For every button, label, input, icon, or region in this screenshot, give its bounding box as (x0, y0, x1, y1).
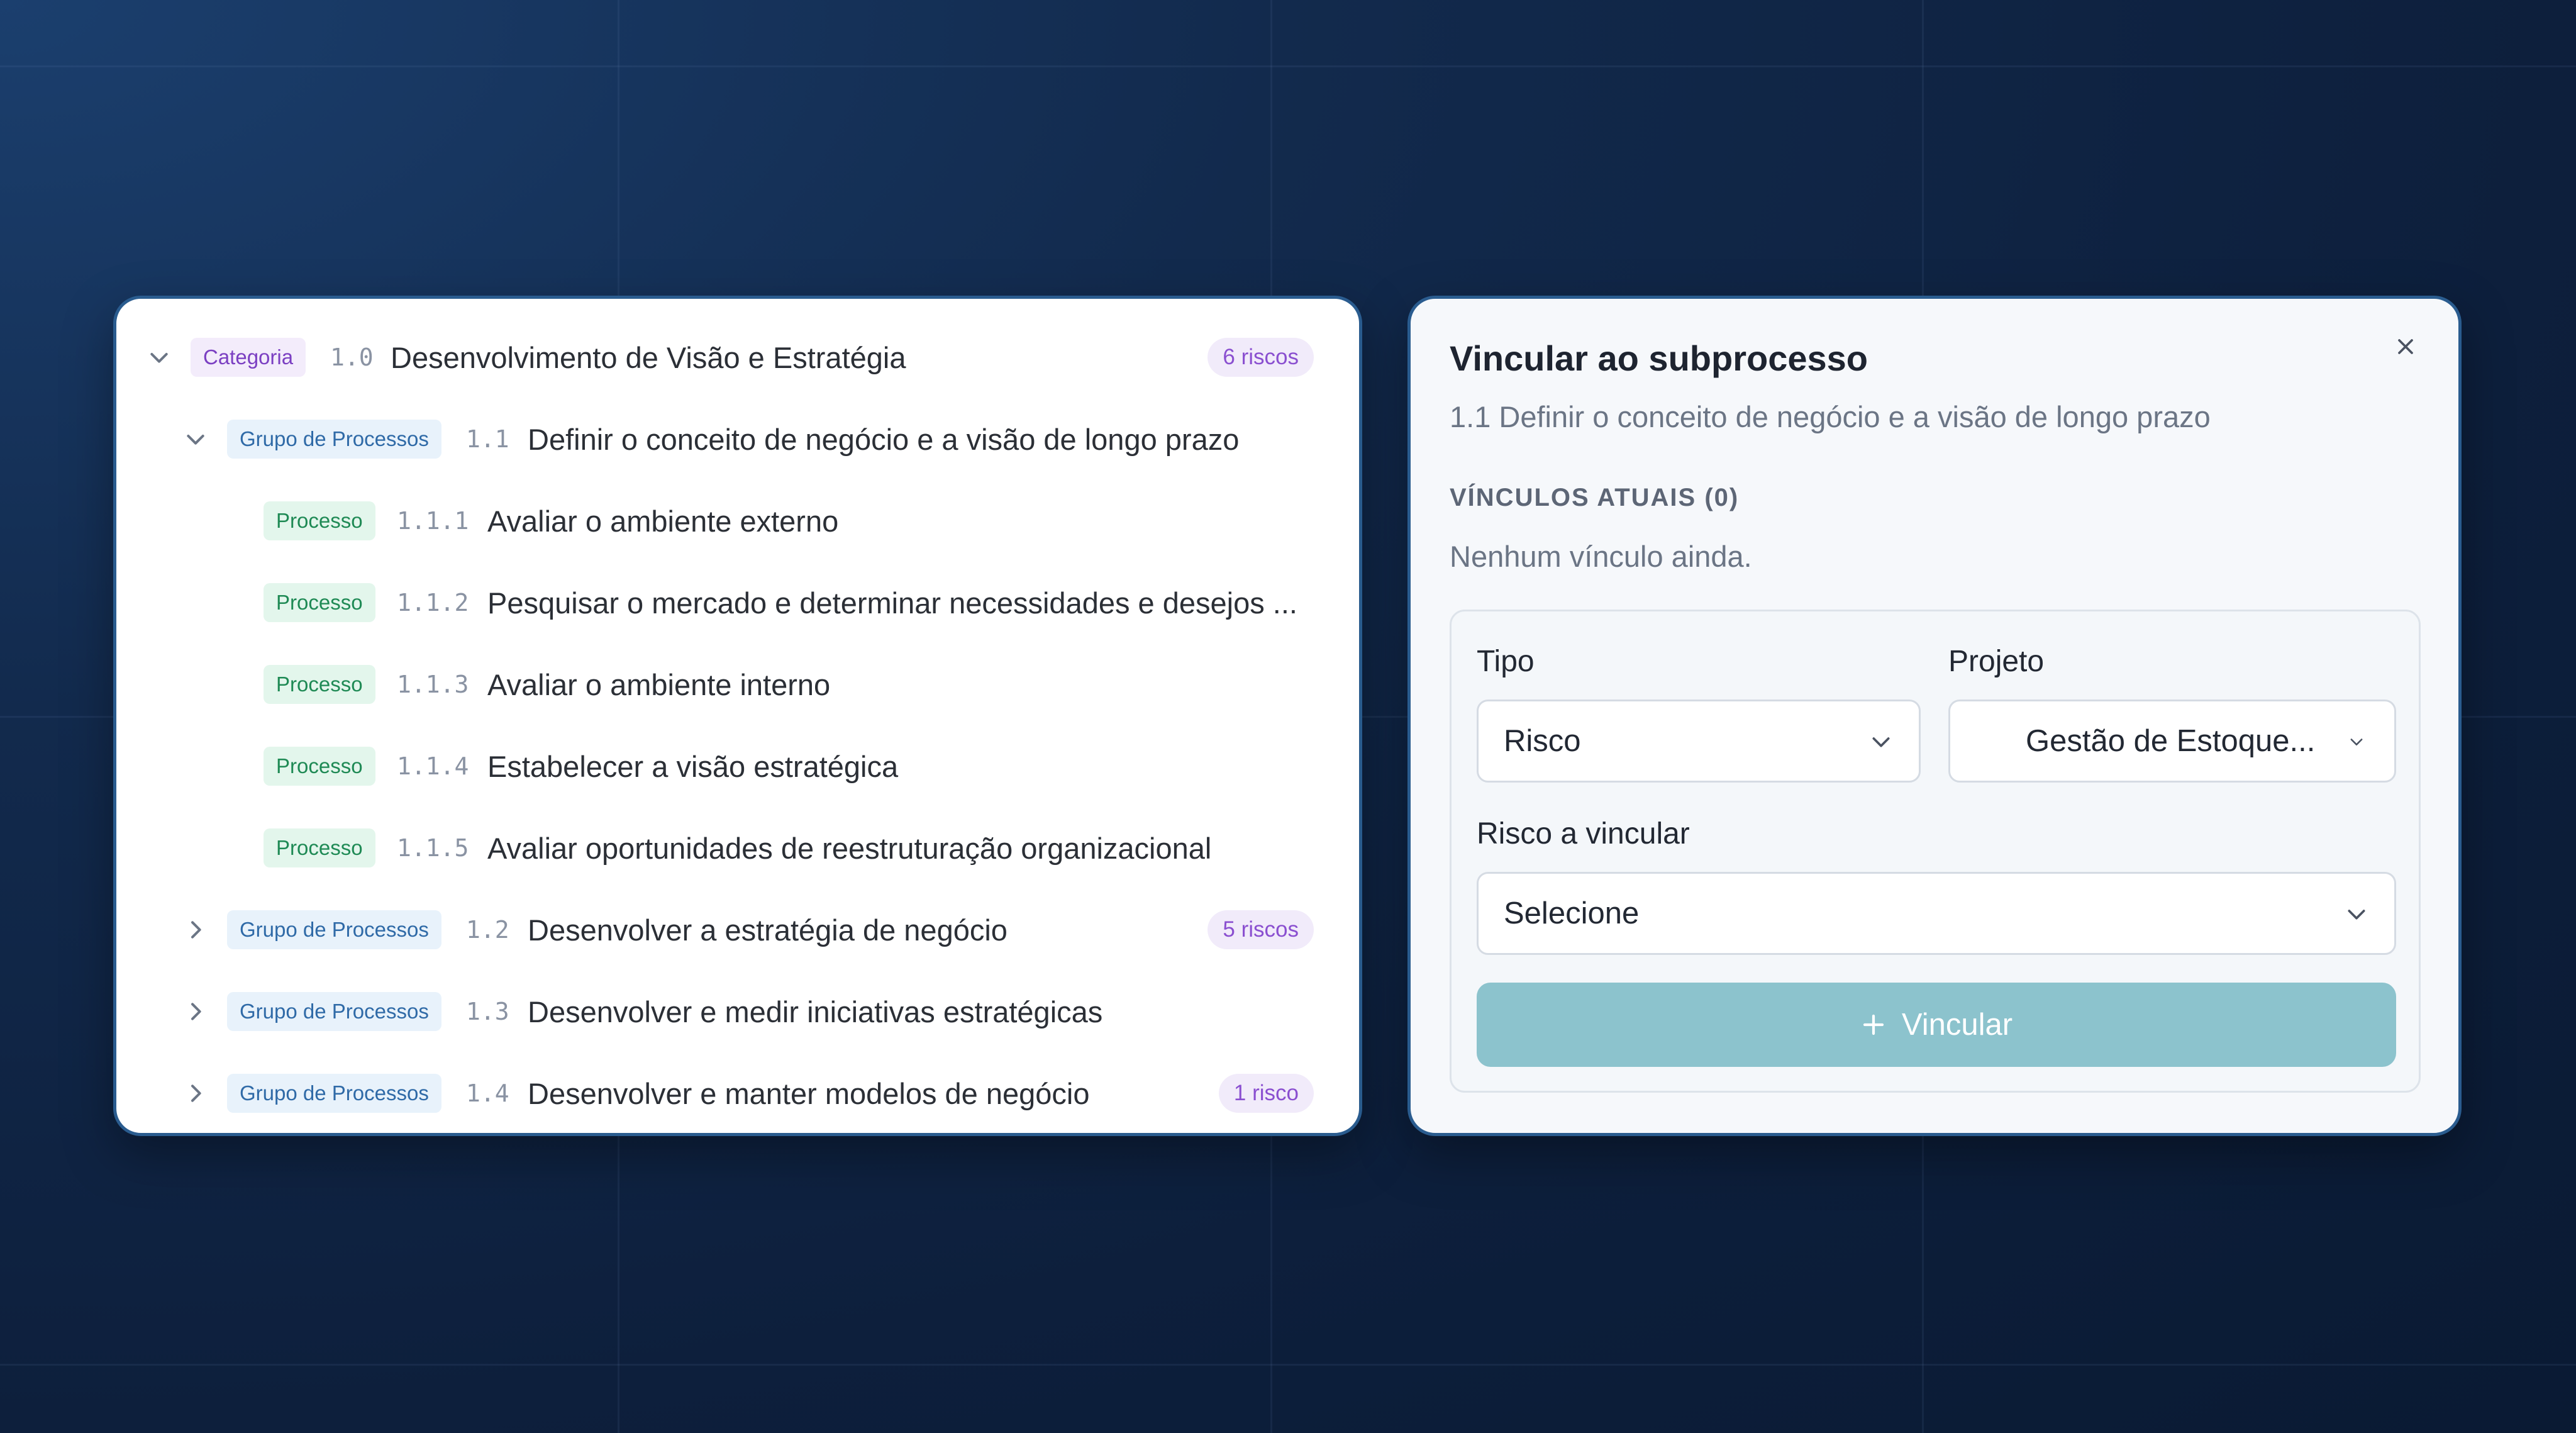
item-label: Estabelecer a visão estratégica (487, 749, 899, 783)
grid-line (0, 65, 2576, 67)
tree-row-group[interactable]: Grupo de Processos 1.1 Definir o conceit… (116, 411, 1359, 467)
tree-row-group[interactable]: Grupo de Processos 1.2 Desenvolver a est… (116, 901, 1359, 958)
process-tree-panel: Categoria 1.0 Desenvolvimento de Visão e… (113, 296, 1362, 1136)
tree-row-group[interactable]: Grupo de Processos 1.3 Desenvolver e med… (116, 983, 1359, 1040)
link-form: Tipo Risco Projeto Gestão de Estoque... … (1450, 610, 2421, 1093)
risco-value: Selecione (1504, 896, 1640, 930)
item-code: 1.2 (466, 916, 509, 944)
tag-processo: Processo (264, 665, 375, 704)
tag-processo: Processo (264, 501, 375, 540)
item-label: Desenvolver e manter modelos de negócio (528, 1076, 1090, 1110)
projeto-label: Projeto (1948, 645, 2045, 678)
item-code: 1.1.2 (397, 589, 469, 616)
risk-count-badge: 6 riscos (1208, 338, 1314, 377)
tipo-value: Risco (1504, 724, 1581, 758)
item-label: Desenvolvimento de Visão e Estratégia (391, 340, 906, 374)
item-label: Pesquisar o mercado e determinar necessi… (487, 586, 1297, 620)
chevron-down-icon[interactable] (142, 340, 177, 375)
item-label: Avaliar o ambiente externo (487, 504, 839, 538)
risco-label: Risco a vincular (1477, 817, 1690, 850)
tag-grupo-de-processos: Grupo de Processos (227, 420, 441, 459)
chevron-right-icon[interactable] (178, 1076, 213, 1111)
item-code: 1.1.4 (397, 752, 469, 780)
grid-line (0, 1364, 2576, 1366)
panel-title: Vincular ao subprocesso (1450, 338, 1868, 378)
item-code: 1.1.3 (397, 671, 469, 698)
chevron-right-icon[interactable] (178, 912, 213, 947)
tree-row-process[interactable]: Processo 1.1.5 Avaliar oportunidades de … (116, 820, 1359, 876)
item-label: Definir o conceito de negócio e a visão … (528, 422, 1240, 456)
link-subprocess-panel: Vincular ao subprocesso 1.1 Definir o co… (1407, 296, 2462, 1136)
chevron-down-icon (1872, 737, 1890, 747)
vincular-button-label: Vincular (1901, 1008, 2013, 1042)
item-code: 1.1 (466, 425, 509, 453)
risk-count-badge: 1 risco (1218, 1074, 1314, 1113)
tag-grupo-de-processos: Grupo de Processos (227, 992, 441, 1031)
current-links-heading: VÍNCULOS ATUAIS (0) (1450, 484, 1740, 511)
tree-row-process[interactable]: Processo 1.1.2 Pesquisar o mercado e det… (116, 574, 1359, 631)
item-label: Avaliar oportunidades de reestruturação … (487, 831, 1212, 865)
risco-select[interactable]: Selecione (1477, 872, 2396, 955)
chevron-down-icon (2348, 910, 2365, 920)
vincular-button[interactable]: Vincular (1477, 983, 2396, 1067)
tag-grupo-de-processos: Grupo de Processos (227, 910, 441, 949)
panel-subtitle: 1.1 Definir o conceito de negócio e a vi… (1450, 400, 2211, 433)
item-label: Desenvolver a estratégia de negócio (528, 913, 1008, 947)
item-code: 1.3 (466, 998, 509, 1025)
projeto-select[interactable]: Gestão de Estoque... (1948, 700, 2396, 783)
tree-row-process[interactable]: Processo 1.1.3 Avaliar o ambiente intern… (116, 656, 1359, 713)
plus-icon (1863, 1014, 1884, 1035)
tag-categoria: Categoria (191, 338, 306, 377)
tree-row-process[interactable]: Processo 1.1.4 Estabelecer a visão estra… (116, 738, 1359, 795)
tree-row-group[interactable]: Grupo de Processos 1.4 Desenvolver e man… (116, 1065, 1359, 1122)
close-icon[interactable] (2387, 328, 2424, 365)
tree-row-process[interactable]: Processo 1.1.1 Avaliar o ambiente extern… (116, 493, 1359, 549)
tipo-label: Tipo (1477, 645, 1535, 678)
chevron-down-icon[interactable] (178, 421, 213, 457)
item-code: 1.0 (330, 343, 374, 371)
item-code: 1.4 (466, 1079, 509, 1107)
tag-processo: Processo (264, 747, 375, 786)
item-code: 1.1.1 (397, 507, 469, 535)
item-code: 1.1.5 (397, 834, 469, 862)
item-label: Avaliar o ambiente interno (487, 667, 831, 701)
tree-row-category[interactable]: Categoria 1.0 Desenvolvimento de Visão e… (116, 329, 1359, 386)
chevron-right-icon[interactable] (178, 994, 213, 1029)
tag-grupo-de-processos: Grupo de Processos (227, 1074, 441, 1113)
item-label: Desenvolver e medir iniciativas estratég… (528, 995, 1103, 1029)
tag-processo: Processo (264, 583, 375, 622)
risk-count-badge: 5 riscos (1208, 910, 1314, 949)
chevron-down-icon (2350, 739, 2363, 745)
projeto-value: Gestão de Estoque... (2026, 724, 2316, 758)
empty-links-message: Nenhum vínculo ainda. (1450, 540, 1752, 573)
tag-processo: Processo (264, 828, 375, 867)
tipo-select[interactable]: Risco (1477, 700, 1921, 783)
